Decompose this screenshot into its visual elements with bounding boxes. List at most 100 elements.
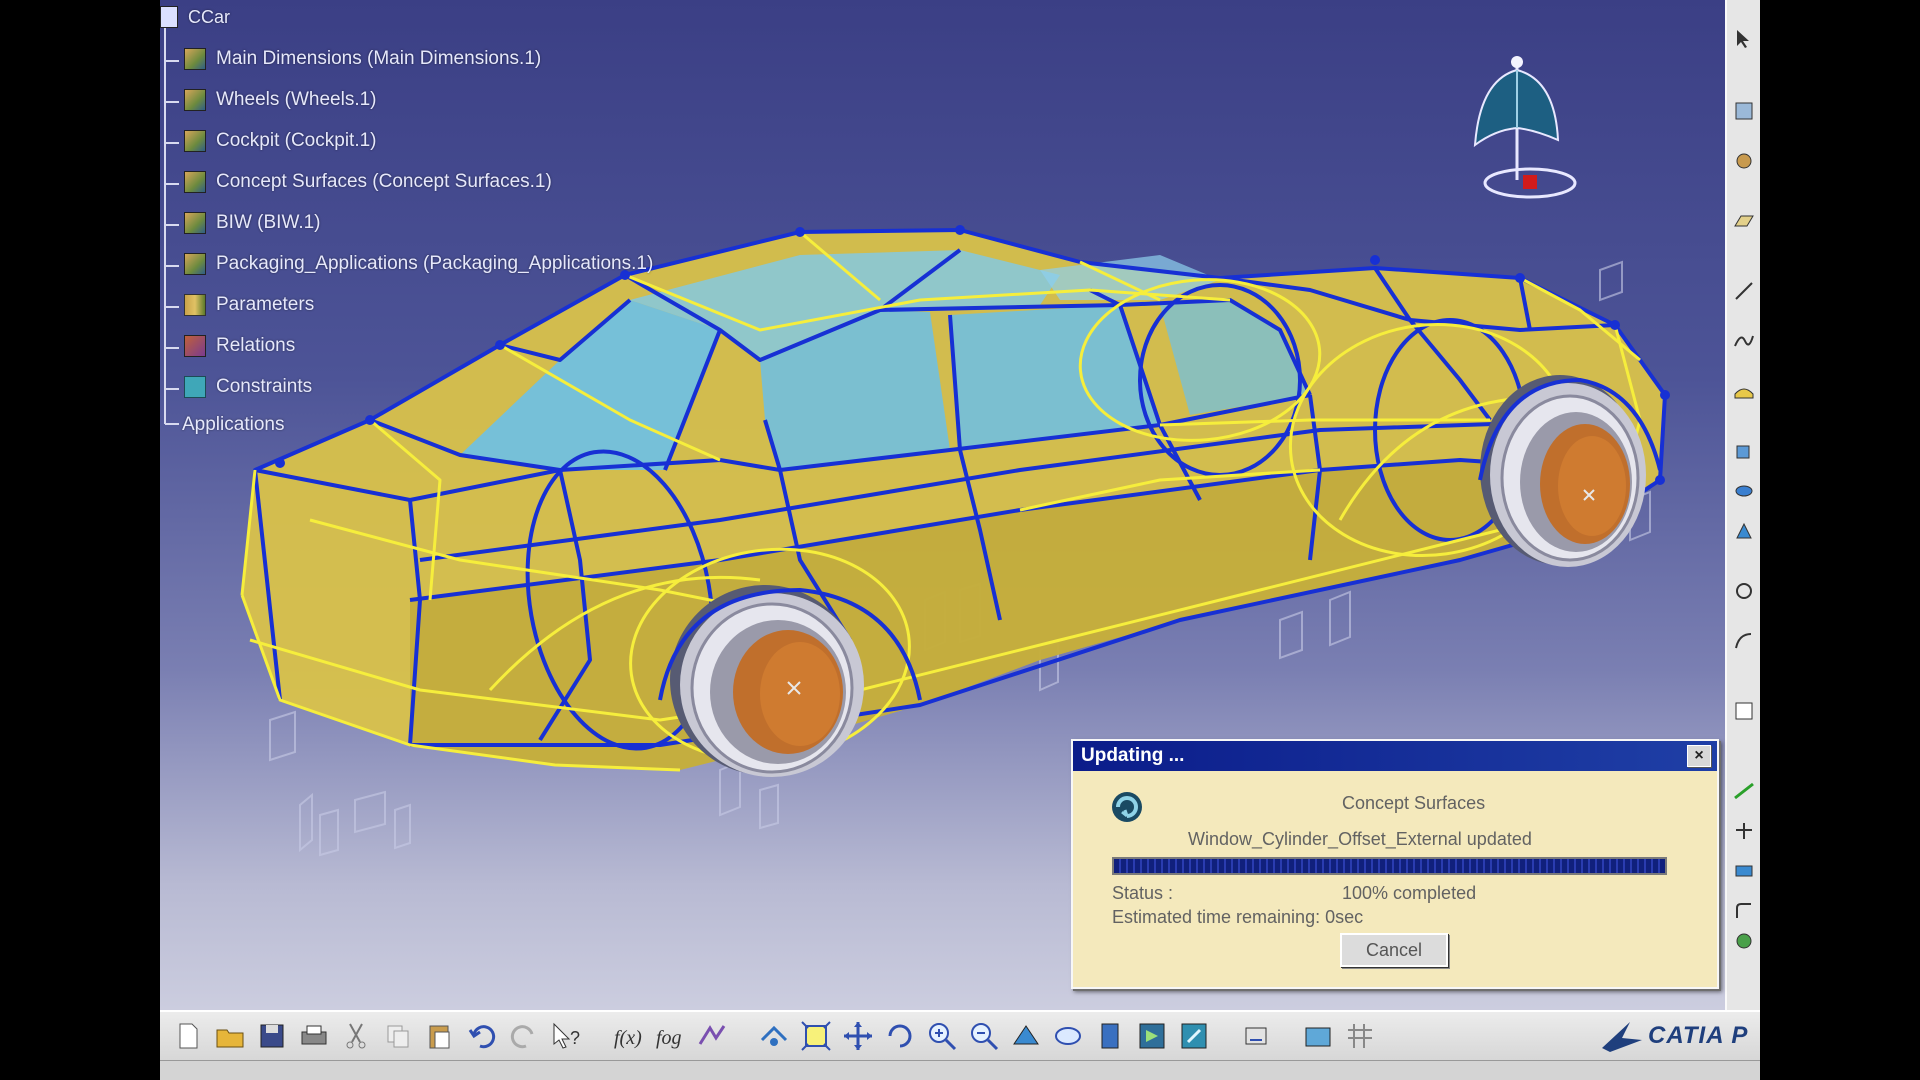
spline-icon[interactable] (1733, 330, 1755, 352)
normal-view-icon[interactable] (1010, 1020, 1042, 1052)
dialog-titlebar[interactable]: Updating ... × (1073, 741, 1717, 771)
specification-tree: CCar Main Dimensions (Main Dimensions.1)… (160, 0, 920, 440)
catia-window: CCar Main Dimensions (Main Dimensions.1)… (160, 0, 1760, 1080)
compass-icon[interactable] (1473, 56, 1577, 199)
select-icon[interactable] (1733, 28, 1755, 50)
tree-item-relations[interactable]: Relations (184, 333, 295, 359)
rotate-icon[interactable] (884, 1020, 916, 1052)
tree-branch-line (165, 224, 179, 226)
fit-all-icon[interactable] (800, 1020, 832, 1052)
relations-icon (184, 335, 206, 357)
revolve-icon[interactable] (1733, 480, 1755, 502)
tree-item-label: BIW (BIW.1) (216, 212, 321, 233)
fly-icon[interactable] (758, 1020, 790, 1052)
analysis-icon[interactable] (1733, 930, 1755, 952)
copy-icon[interactable] (382, 1020, 414, 1052)
update-progress-bar (1112, 857, 1667, 875)
tree-root-label: CCar (188, 6, 231, 27)
new-icon[interactable] (172, 1020, 204, 1052)
views-icon[interactable] (1052, 1020, 1084, 1052)
sketch-icon[interactable] (1733, 100, 1755, 122)
render-style-icon[interactable] (1094, 1020, 1126, 1052)
catia-bird-icon (1602, 1022, 1642, 1052)
status-value: 100% completed (1342, 883, 1477, 903)
tree-item-label: Wheels (Wheels.1) (216, 89, 377, 110)
formula-icon[interactable]: f(x) (612, 1020, 644, 1052)
tree-item-biw[interactable]: BIW (BIW.1) (184, 210, 321, 236)
part-body-icon (184, 48, 206, 70)
paste-icon[interactable] (424, 1020, 456, 1052)
tree-item-main-dimensions[interactable]: Main Dimensions (Main Dimensions.1) (184, 46, 541, 72)
tree-item-label: Relations (216, 335, 296, 356)
tree-branch-line (165, 265, 179, 267)
tree-branch-line (165, 60, 179, 62)
catia-brand-text: CATIA P (1648, 1022, 1749, 1049)
zoom-in-icon[interactable] (926, 1020, 958, 1052)
cut-icon[interactable] (340, 1020, 372, 1052)
join-icon[interactable] (1733, 780, 1755, 802)
tree-item-packaging-applications[interactable]: Packaging_Applications (Packaging_Applic… (184, 251, 653, 277)
tree-item-applications[interactable]: Applications (182, 412, 284, 438)
sweep-icon[interactable] (1733, 630, 1755, 652)
update-message: Window_Cylinder_Offset_External updated (1188, 829, 1532, 849)
updating-object-name: Concept Surfaces (1342, 793, 1486, 813)
tree-item-parameters[interactable]: Parameters (184, 292, 314, 318)
knowledge-icon[interactable] (696, 1020, 728, 1052)
tree-item-label: Main Dimensions (Main Dimensions.1) (216, 48, 542, 69)
part-body-icon (184, 253, 206, 275)
tree-branch-line (165, 101, 179, 103)
print-icon[interactable] (298, 1020, 330, 1052)
part-body-icon (184, 212, 206, 234)
split-icon[interactable] (1733, 820, 1755, 842)
cancel-button[interactable]: Cancel (1340, 933, 1448, 967)
tree-item-concept-surfaces[interactable]: Concept Surfaces (Concept Surfaces.1) (184, 169, 552, 195)
grid-icon[interactable] (1344, 1020, 1376, 1052)
catia-logo: CATIA P (1600, 1018, 1760, 1056)
measure-icon[interactable] (1240, 1020, 1272, 1052)
plane-icon[interactable] (1733, 210, 1755, 232)
tree-item-constraints[interactable]: Constraints (184, 374, 312, 400)
time-remaining: Estimated time remaining: 0sec (1112, 907, 1364, 927)
tree-branch-line (165, 388, 179, 390)
zoom-out-icon[interactable] (968, 1020, 1000, 1052)
tree-branch-line (165, 423, 179, 425)
redo-icon[interactable] (508, 1020, 540, 1052)
tree-item-label: Concept Surfaces (Concept Surfaces.1) (216, 171, 552, 192)
save-icon[interactable] (256, 1020, 288, 1052)
tree-item-wheels[interactable]: Wheels (Wheels.1) (184, 87, 377, 113)
part-body-icon (184, 171, 206, 193)
catalog-icon[interactable] (1302, 1020, 1334, 1052)
circle-icon[interactable] (1733, 580, 1755, 602)
surface-icon[interactable] (1733, 380, 1755, 402)
whats-this-icon[interactable]: ? (550, 1020, 582, 1052)
part-body-icon (184, 89, 206, 111)
hide-show-icon[interactable] (1136, 1020, 1168, 1052)
tree-item-label: Cockpit (Cockpit.1) (216, 130, 377, 151)
undo-icon[interactable] (466, 1020, 498, 1052)
offset-icon[interactable] (1733, 700, 1755, 722)
tree-root[interactable]: CCar (160, 4, 230, 30)
pan-icon[interactable] (842, 1020, 874, 1052)
extrude-icon[interactable] (1733, 440, 1755, 462)
tree-branch-line (165, 306, 179, 308)
fillet-icon[interactable] (1733, 900, 1755, 922)
trim-icon[interactable] (1733, 860, 1755, 882)
tree-item-label: Packaging_Applications (Packaging_Applic… (216, 253, 654, 274)
swap-visible-icon[interactable] (1178, 1020, 1210, 1052)
formula-edit-icon[interactable]: fog (654, 1020, 686, 1052)
right-toolbar (1725, 0, 1760, 1010)
progress-fill (1114, 859, 1665, 873)
status-bar (160, 1060, 1760, 1080)
part-icon[interactable] (1733, 150, 1755, 172)
open-icon[interactable] (214, 1020, 246, 1052)
svg-text:f(x): f(x) (614, 1027, 642, 1049)
status-label: Status : (1112, 883, 1174, 903)
updating-dialog: Updating ... × Concept Surfaces Window_C… (1071, 739, 1719, 989)
tree-item-cockpit[interactable]: Cockpit (Cockpit.1) (184, 128, 377, 154)
part-body-icon (184, 130, 206, 152)
close-icon[interactable]: × (1687, 745, 1711, 767)
fill-icon[interactable] (1733, 520, 1755, 542)
tree-branch-line (165, 142, 179, 144)
line-icon[interactable] (1733, 280, 1755, 302)
constraints-icon (184, 376, 206, 398)
